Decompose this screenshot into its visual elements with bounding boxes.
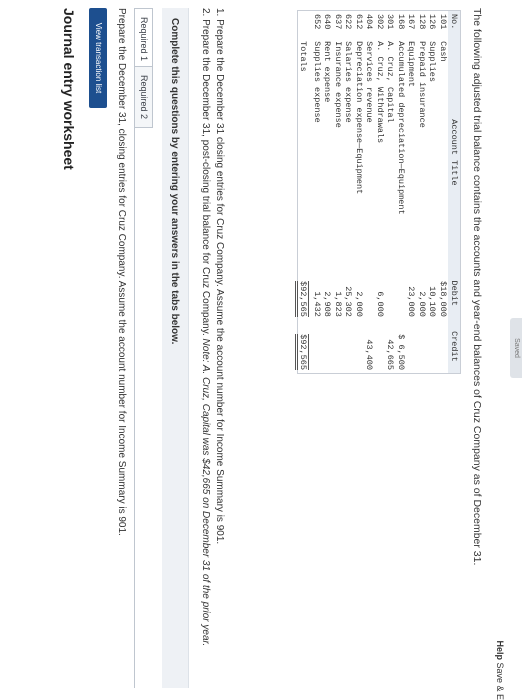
table-row: 126 Supplies 10,100 [427, 11, 438, 373]
cell-no: 622 [343, 14, 354, 30]
required-tabs: Required 1 Required 2 [134, 8, 153, 688]
cell-debit: 6,000 [375, 291, 385, 317]
cell-credit [354, 320, 365, 373]
cell-no: 168 [396, 14, 406, 30]
cell-debit [396, 267, 407, 320]
cell-account: Rent expense [322, 41, 333, 103]
cell-debit: 1,432 [312, 291, 322, 317]
cell-debit: 2,908 [322, 291, 333, 317]
cell-no: 167 [406, 14, 417, 30]
cell-debit: 10,100 [427, 286, 438, 317]
cell-no: 126 [427, 14, 438, 30]
col-no: No. [448, 11, 460, 39]
table-row: 612 Depreciation expense—Equipment 2,000 [354, 11, 365, 373]
col-credit: Credit [448, 319, 460, 373]
table-row: 128 Prepaid insurance 2,000 [417, 11, 428, 373]
table-row: 637 Insurance expense 1,823 [333, 11, 344, 373]
totals-debit: $92,565 [295, 267, 312, 320]
cell-account: Salaries expense [343, 41, 354, 123]
cell-no: 301 [385, 14, 396, 30]
cell-debit: 2,000 [354, 291, 364, 317]
instruction-2-text: 2. Prepare the December 31, post-closing… [200, 8, 211, 336]
table-row: 640 Rent expense 2,908 [322, 11, 333, 373]
saved-indicator: Saved [510, 318, 522, 378]
cell-blank [298, 11, 312, 38]
totals-debit-value: $92,565 [295, 281, 310, 317]
tab-required-2[interactable]: Required 2 [135, 66, 153, 129]
instruction-1: 1. Prepare the December 31 closing entri… [214, 8, 225, 545]
cell-account: A. Cruz, Capital [385, 41, 396, 123]
cell-credit: 42,665 [385, 339, 396, 370]
cell-debit: 2,000 [417, 291, 427, 317]
table-row: 301 A. Cruz, Capital 42,665 [385, 11, 396, 373]
cell-account: Equipment [406, 41, 417, 88]
totals-label: Totals [298, 41, 309, 72]
instructions: 1. Prepare the December 31 closing entri… [197, 8, 225, 688]
top-bar: Saved Help Save & E [485, 0, 525, 700]
help-link[interactable]: Help [495, 640, 505, 660]
trial-balance-table: No. Account Title Debit Credit 101 Cash $1… [295, 10, 461, 374]
instruction-2: 2. Prepare the December 31, post-closing… [199, 8, 211, 688]
assignment-page: Saved Help Save & E The following adjust… [0, 0, 525, 700]
tab-instruction: Prepare the December 31, closing entries… [116, 8, 127, 536]
cell-no: 612 [354, 14, 364, 30]
cell-account: A. Cruz, Withdrawals [375, 41, 385, 144]
intro-text: The following adjusted trial balance con… [471, 8, 483, 566]
cell-credit [427, 320, 438, 373]
totals-credit: $92,565 [295, 320, 312, 373]
cell-credit [312, 320, 323, 373]
cell-credit [343, 320, 354, 373]
table-row: 404 Services revenue 43,400 [364, 11, 375, 373]
cell-account: Supplies expense [312, 41, 322, 123]
cell-account: Prepaid insurance [417, 41, 427, 128]
cell-credit [333, 320, 344, 373]
cell-credit: $ 6,500 [396, 334, 406, 370]
cell-debit: 23,000 [406, 286, 417, 317]
table-row: 101 Cash $18,000 [438, 11, 449, 373]
cell-credit [406, 320, 417, 373]
cell-no: 302 [375, 14, 385, 30]
cell-credit [417, 320, 428, 373]
cell-account: Insurance expense [333, 41, 343, 128]
cell-no: 128 [417, 14, 427, 30]
table-row: 622 Salaries expense 25,302 [343, 11, 354, 373]
cell-debit: $18,000 [438, 281, 448, 317]
cell-no: 404 [364, 14, 375, 30]
totals-credit-value: $92,565 [295, 334, 310, 370]
cell-credit [375, 320, 386, 373]
table-row: 168 Accumulated depreciation—Equipment $ 6… [396, 11, 407, 373]
cell-account: Services revenue [364, 41, 375, 123]
col-debit: Debit [448, 266, 460, 320]
table-row: 652 Supplies expense 1,432 [312, 11, 323, 373]
table-row: 302 A. Cruz, Withdrawals 6,000 [375, 11, 386, 373]
tab-required-1[interactable]: Required 1 [135, 8, 153, 71]
cell-no: 637 [333, 14, 343, 30]
cell-account: Depreciation expense—Equipment [354, 41, 364, 195]
cell-credit: 43,400 [364, 339, 375, 370]
instruction-2-note: Note: A. Cruz, Capital was $42,665 on De… [200, 338, 211, 647]
cell-debit [364, 267, 375, 320]
cell-credit [322, 320, 333, 373]
cell-credit [438, 320, 449, 373]
cell-account: Accumulated depreciation—Equipment [396, 41, 406, 215]
cell-debit: 25,302 [343, 286, 354, 317]
cell-account: Cash [438, 41, 448, 62]
col-account-title: Account Title [448, 38, 460, 267]
complete-text: Complete this questions by entering your… [169, 18, 180, 345]
table-row: 167 Equipment 23,000 [406, 11, 417, 373]
journal-entry-worksheet-title: Journal entry worksheet [61, 8, 77, 170]
cell-account: Supplies [427, 41, 438, 82]
cell-no: 640 [322, 14, 333, 30]
view-transaction-list-button[interactable]: View transaction list [89, 8, 107, 108]
complete-banner: Complete this questions by entering your… [162, 8, 189, 688]
cell-debit [385, 267, 396, 320]
totals-row: Totals $92,565 $92,565 [295, 11, 312, 373]
save-exit-button[interactable]: Save & E [495, 662, 505, 700]
cell-debit: 1,823 [333, 291, 343, 317]
cell-no: 652 [312, 14, 322, 30]
cell-no: 101 [438, 14, 448, 30]
